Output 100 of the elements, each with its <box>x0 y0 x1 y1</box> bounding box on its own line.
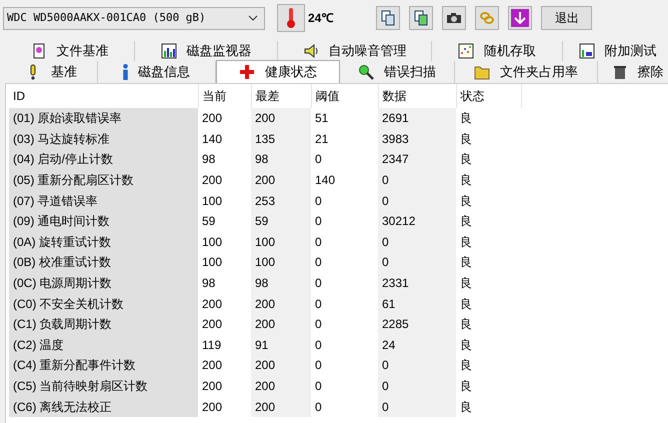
table-cell: 30212 <box>378 210 456 232</box>
table-cell: 0 <box>311 210 378 232</box>
table-cell: 0 <box>311 272 378 294</box>
table-cell: 98 <box>251 149 311 170</box>
temperature-button[interactable] <box>277 4 305 32</box>
table-cell: 140 <box>198 128 251 150</box>
table-cell: 51 <box>311 108 378 129</box>
table-cell: 59 <box>251 210 311 232</box>
table-cell: 140 <box>311 170 378 190</box>
table-cell: (03) 马达旋转标准 <box>9 128 198 150</box>
table-cell: 200 <box>251 170 311 190</box>
table-cell: 100 <box>251 252 311 273</box>
table-cell: (0B) 校准重试计数 <box>9 252 198 273</box>
table-cell: (C2) 温度 <box>9 334 198 356</box>
drive-dropdown[interactable]: WDC WD5000AAKX-001CA0 (500 gB) <box>3 6 265 30</box>
table-cell: 100 <box>251 232 311 252</box>
table-cell: 0 <box>311 232 378 252</box>
column-header[interactable]: ID <box>9 84 198 108</box>
table-cell: (C1) 负载周期计数 <box>9 314 198 335</box>
table-cell: 0 <box>378 376 456 396</box>
column-header[interactable]: 阈值 <box>311 84 378 108</box>
table-cell: 98 <box>198 272 251 294</box>
table-cell: 100 <box>198 232 251 252</box>
column-header[interactable]: 当前 <box>198 84 251 108</box>
drive-name: WDC WD5000AAKX-001CA0 (500 gB) <box>7 10 206 26</box>
table-cell: 0 <box>311 355 378 376</box>
table-cell: 200 <box>251 293 311 314</box>
table-cell: 61 <box>378 293 456 314</box>
table-cell: 21 <box>311 128 378 150</box>
bar-chart-icon <box>160 43 176 59</box>
table-cell: 200 <box>251 108 311 129</box>
table-cell: 0 <box>378 396 456 417</box>
table-cell: 2347 <box>378 149 456 170</box>
temperature-reading: 24℃ <box>308 10 334 27</box>
table-cell: 3983 <box>378 128 456 150</box>
table-cell: 0 <box>378 190 456 211</box>
table-cell: 91 <box>251 334 311 356</box>
table-cell: 200 <box>198 170 251 190</box>
column-header[interactable]: 数据 <box>378 84 456 108</box>
table-cell: 100 <box>198 190 251 211</box>
table-cell: 200 <box>251 396 311 417</box>
table-cell: 98 <box>251 272 311 294</box>
chain-icon <box>479 10 496 26</box>
thermometer-icon <box>286 7 296 29</box>
table-cell: 0 <box>311 334 378 356</box>
table-cell: (C4) 重新分配事件计数 <box>9 355 198 376</box>
table-cell: 200 <box>198 108 251 129</box>
table-cell: 0 <box>311 396 378 417</box>
column-header[interactable]: 最差 <box>251 84 311 108</box>
table-cell: 0 <box>311 314 378 335</box>
table-cell: 2331 <box>378 272 456 294</box>
table-cell: 0 <box>311 376 378 396</box>
table-cell: 59 <box>198 210 251 232</box>
magnifier-icon <box>358 64 374 80</box>
table-cell: (0A) 旋转重试计数 <box>9 232 198 252</box>
table-cell: 0 <box>311 293 378 314</box>
folder-icon <box>474 64 490 80</box>
table-cell: (07) 寻道错误率 <box>9 190 198 211</box>
table-cell: (04) 启动/停止计数 <box>9 149 198 170</box>
download-button[interactable] <box>508 6 532 30</box>
table-cell: (05) 重新分配扇区计数 <box>9 170 198 190</box>
grid-chart-icon <box>578 43 594 59</box>
table-cell: 100 <box>198 252 251 273</box>
table-cell: 良 <box>456 108 521 129</box>
table-cell: 200 <box>198 376 251 396</box>
table-cell: (C5) 当前待映射扇区计数 <box>9 376 198 396</box>
table-cell: (01) 原始读取错误率 <box>9 108 198 129</box>
copy-button[interactable] <box>376 6 400 30</box>
document-icon <box>30 43 46 59</box>
table-cell: 2691 <box>378 108 456 129</box>
save-button[interactable] <box>409 6 434 30</box>
table-cell: 200 <box>251 355 311 376</box>
cross-icon <box>239 64 255 80</box>
table-cell: 0 <box>378 170 456 190</box>
table-cell: 24 <box>378 334 456 356</box>
table-cell: (C0) 不安全关机计数 <box>9 293 198 314</box>
speaker-icon <box>302 43 318 59</box>
camera-icon <box>446 12 462 24</box>
table-cell: 0 <box>378 355 456 376</box>
down-arrow-icon <box>511 9 530 27</box>
table-cell: (09) 通电时间计数 <box>9 210 198 232</box>
trash-icon <box>612 64 628 80</box>
exit-button[interactable]: 退出 <box>541 6 592 30</box>
info-icon <box>123 64 128 80</box>
copy-icon <box>381 10 396 26</box>
table-cell: 200 <box>198 396 251 417</box>
table-cell: 253 <box>251 190 311 211</box>
table-cell: (0C) 电源周期计数 <box>9 272 198 294</box>
documents-icon <box>414 10 428 26</box>
table-cell: 0 <box>311 252 378 273</box>
table-cell: 0 <box>378 232 456 252</box>
table-cell: 119 <box>198 334 251 356</box>
tab[interactable]: 健康状态 <box>216 60 340 83</box>
column-header[interactable]: 状态 <box>456 84 521 108</box>
table-cell: 2285 <box>378 314 456 335</box>
table-cell: 200 <box>198 293 251 314</box>
table-cell: (C6) 离线无法校正 <box>9 396 198 417</box>
table-cell: 0 <box>311 149 378 170</box>
table-cell: 0 <box>311 190 378 211</box>
screenshot-button[interactable] <box>442 6 466 30</box>
